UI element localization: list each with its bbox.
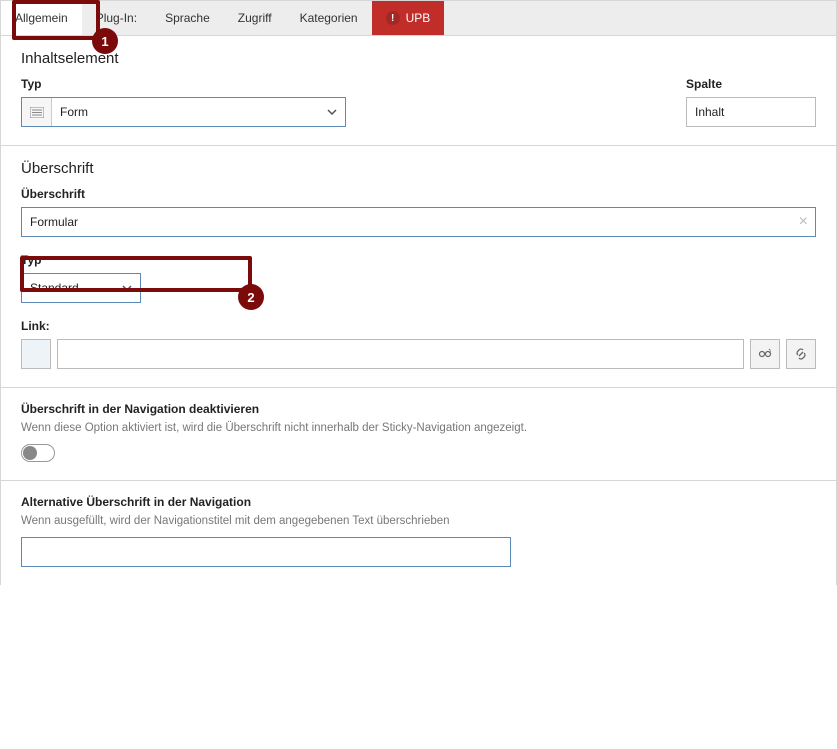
field-help: Wenn ausgefüllt, wird der Navigationstit… bbox=[21, 515, 816, 527]
chevron-down-icon bbox=[122, 285, 132, 291]
tab-bar: Allgemein Plug-In: Sprache Zugriff Kateg… bbox=[0, 0, 837, 36]
input-nav-alt[interactable] bbox=[21, 537, 511, 567]
tab-label: UPB bbox=[406, 11, 431, 25]
tab-sprache[interactable]: Sprache bbox=[151, 1, 224, 35]
tab-upb[interactable]: ! UPB bbox=[372, 1, 445, 35]
section-title: Inhaltselement bbox=[21, 50, 816, 67]
chevron-down-icon bbox=[327, 109, 337, 115]
select-value: Standard bbox=[30, 281, 79, 295]
field-label-nav-alt: Alternative Überschrift in der Navigatio… bbox=[21, 495, 816, 509]
warning-icon: ! bbox=[386, 11, 400, 25]
section-nav-alt: Alternative Überschrift in der Navigatio… bbox=[1, 481, 836, 585]
field-label-ueberschrift: Überschrift bbox=[21, 187, 816, 201]
field-label-ueberschrift-typ: Typ bbox=[21, 253, 816, 267]
wizard-icon bbox=[758, 347, 772, 361]
toggle-knob bbox=[23, 446, 37, 460]
tab-label: Plug-In: bbox=[96, 11, 137, 25]
tab-label: Allgemein bbox=[15, 11, 68, 25]
link-picker-button[interactable] bbox=[786, 339, 816, 369]
link-type-prefix bbox=[21, 339, 51, 369]
link-icon bbox=[794, 347, 808, 361]
input-ueberschrift[interactable] bbox=[21, 207, 816, 237]
panel-content: Inhaltselement Typ Form Spal bbox=[0, 36, 837, 585]
tab-label: Sprache bbox=[165, 11, 210, 25]
tab-plugin[interactable]: Plug-In: bbox=[82, 1, 151, 35]
clear-icon[interactable]: × bbox=[799, 213, 808, 231]
select-value: Form bbox=[60, 105, 88, 119]
input-link[interactable] bbox=[57, 339, 744, 369]
field-label-typ: Typ bbox=[21, 77, 346, 91]
select-value: Inhalt bbox=[695, 105, 724, 119]
tab-kategorien[interactable]: Kategorien bbox=[286, 1, 372, 35]
select-ueberschrift-typ[interactable]: Standard bbox=[21, 273, 141, 303]
section-ueberschrift: Überschrift Überschrift × Typ Standard bbox=[1, 146, 836, 388]
field-label-nav-disable: Überschrift in der Navigation deaktivier… bbox=[21, 402, 816, 416]
field-label-spalte: Spalte bbox=[686, 77, 816, 91]
field-help: Wenn diese Option aktiviert ist, wird di… bbox=[21, 422, 816, 434]
section-title: Überschrift bbox=[21, 160, 816, 177]
tab-label: Kategorien bbox=[300, 11, 358, 25]
tab-zugriff[interactable]: Zugriff bbox=[224, 1, 286, 35]
tab-label: Zugriff bbox=[238, 11, 272, 25]
select-typ[interactable]: Form bbox=[21, 97, 346, 127]
toggle-nav-disable[interactable] bbox=[21, 444, 55, 462]
tab-allgemein[interactable]: Allgemein bbox=[1, 1, 82, 35]
section-nav-disable: Überschrift in der Navigation deaktivier… bbox=[1, 388, 836, 481]
select-spalte[interactable]: Inhalt bbox=[686, 97, 816, 127]
link-wizard-button[interactable] bbox=[750, 339, 780, 369]
section-inhaltselement: Inhaltselement Typ Form Spal bbox=[1, 36, 836, 146]
field-label-link: Link: bbox=[21, 319, 816, 333]
content-type-icon bbox=[22, 98, 52, 126]
